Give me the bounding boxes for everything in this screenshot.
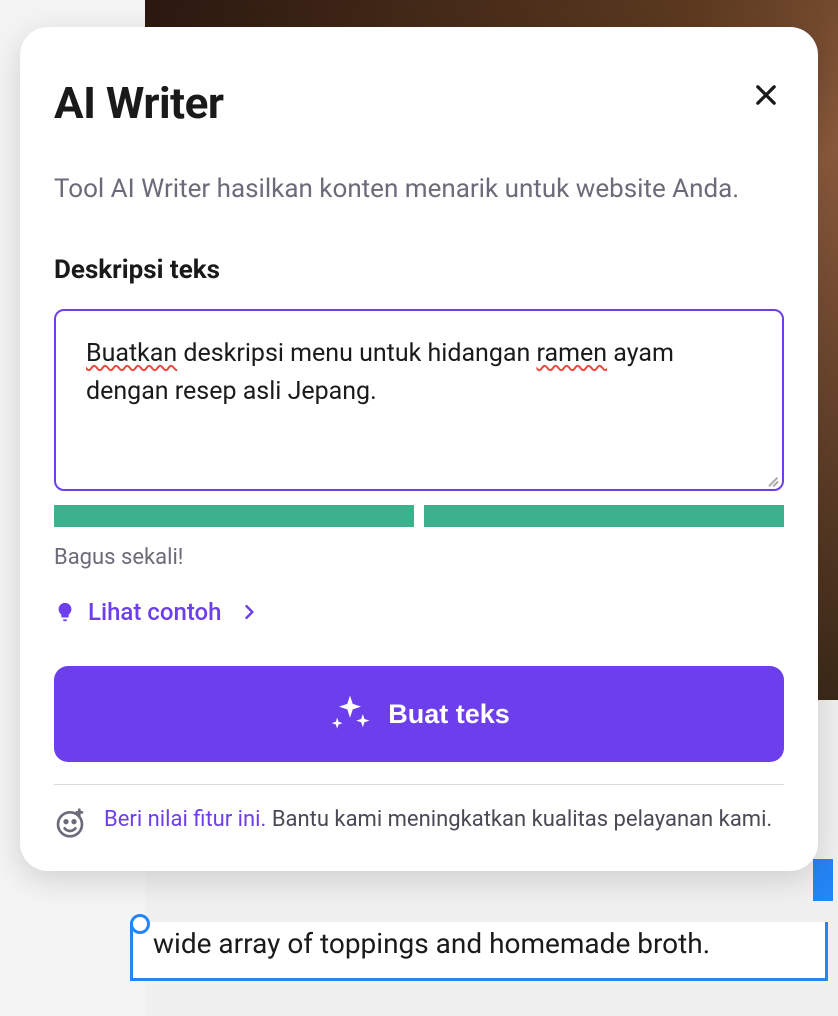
ai-writer-modal: AI Writer Tool AI Writer hasilkan konten… (20, 27, 818, 871)
feedback-text: Beri nilai fitur ini. Bantu kami meningk… (104, 803, 772, 836)
editable-text-block[interactable]: wide array of toppings and homemade brot… (130, 922, 828, 981)
side-panel-edge[interactable] (813, 859, 833, 901)
divider (54, 784, 784, 785)
smiley-plus-icon (54, 807, 86, 839)
rate-feature-link[interactable]: Beri nilai fitur ini. (104, 807, 266, 832)
feedback-row: Beri nilai fitur ini. Bantu kami meningk… (54, 803, 784, 839)
description-textarea[interactable]: Buatkan deskripsi menu untuk hidangan ra… (86, 335, 752, 465)
sparkle-icon (328, 692, 372, 736)
modal-title: AI Writer (54, 77, 223, 129)
generate-text-button[interactable]: Buat teks (54, 666, 784, 762)
generate-button-label: Buat teks (388, 699, 510, 730)
strength-bar-2 (424, 505, 784, 527)
lightbulb-icon (54, 601, 76, 623)
modal-description: Tool AI Writer hasilkan konten menarik u… (54, 169, 784, 209)
view-example-link[interactable]: Lihat contoh (54, 598, 784, 626)
textarea-label: Deskripsi teks (54, 255, 784, 285)
strength-bar-1 (54, 505, 414, 527)
resize-handle-icon[interactable] (764, 471, 778, 485)
strength-indicator (54, 505, 784, 527)
close-button[interactable] (748, 77, 784, 113)
close-icon (752, 81, 780, 109)
view-example-label: Lihat contoh (88, 598, 221, 626)
description-textarea-wrapper[interactable]: Buatkan deskripsi menu untuk hidangan ra… (54, 309, 784, 491)
chevron-right-icon (239, 602, 259, 622)
strength-text: Bagus sekali! (54, 545, 784, 570)
feedback-help-text: Bantu kami meningkatkan kualitas pelayan… (272, 807, 772, 832)
modal-header: AI Writer (54, 77, 784, 129)
